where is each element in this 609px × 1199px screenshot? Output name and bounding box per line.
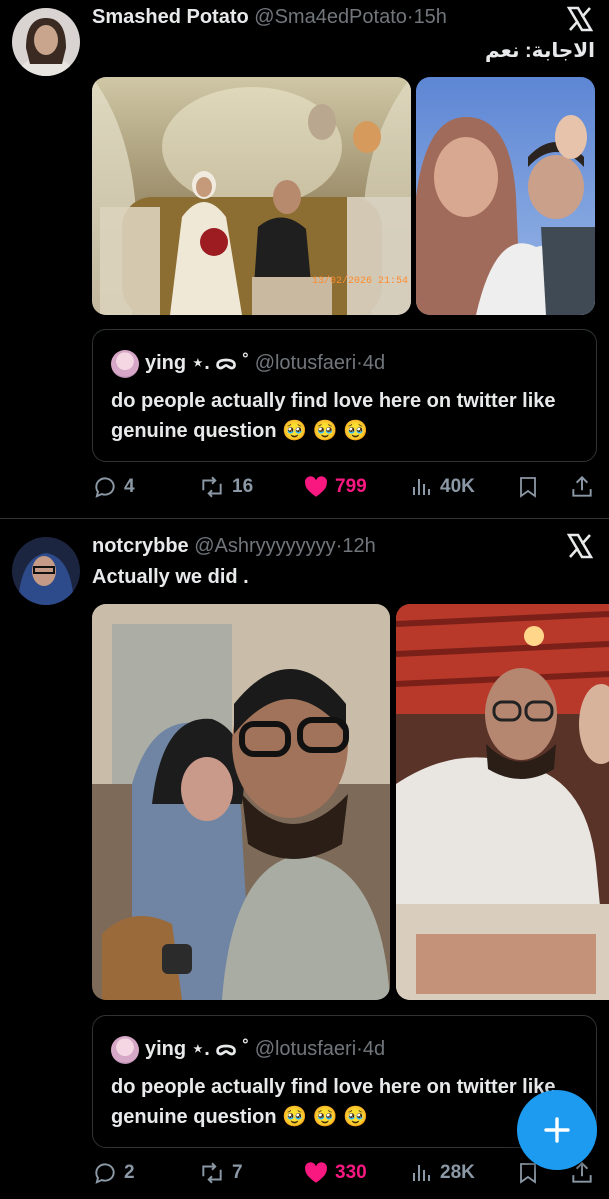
tweet-1[interactable]: Smashed Potato @Sma4edPotato·15h الاجابة…: [0, 0, 609, 516]
compose-button[interactable]: [517, 1090, 597, 1170]
reply-button[interactable]: 4: [92, 472, 135, 502]
timestamp[interactable]: 12h: [342, 535, 375, 557]
repost-icon: [202, 476, 222, 498]
reply-count: 4: [124, 476, 135, 497]
repost-count: 16: [232, 476, 254, 497]
tweet-header: Smashed Potato @Sma4edPotato·15h: [92, 6, 447, 28]
tweet-image-2[interactable]: [396, 604, 609, 1000]
repost-button[interactable]: 16: [198, 472, 253, 502]
tweet-2[interactable]: notcrybbe @Ashryyyyyyyy·12h Actually we …: [0, 519, 609, 1199]
reply-button[interactable]: 2: [92, 1158, 135, 1188]
share-icon: [572, 475, 592, 497]
pleading-face-emoji: 🥹 🥹 🥹: [282, 420, 368, 442]
quoted-display-name: ying ⋆. ᯅ ˚: [145, 1038, 250, 1060]
quoted-handle: @lotusfaeri: [254, 352, 357, 374]
photo-date-stamp: 13/02/2026 21:54: [312, 275, 408, 287]
quoted-display-name: ying ⋆. ᯅ ˚: [145, 352, 250, 374]
quoted-tweet[interactable]: ying ⋆. ᯅ ˚ @lotusfaeri·4d do people act…: [92, 329, 597, 462]
timestamp[interactable]: 15h: [414, 6, 447, 28]
tweet-image-1[interactable]: 13/02/2026 21:54: [92, 77, 411, 315]
view-count: 28K: [440, 1162, 475, 1183]
quoted-text: do people actually find love here on twi…: [111, 390, 556, 442]
like-button[interactable]: 799: [303, 472, 367, 502]
quoted-avatar: [111, 1035, 139, 1064]
tweet-image-1[interactable]: [92, 604, 390, 1000]
tweet-actions: 4 16 799 40K: [0, 472, 609, 502]
tweet-header: notcrybbe @Ashryyyyyyyy·12h: [92, 535, 376, 557]
repost-button[interactable]: 7: [198, 1158, 243, 1188]
repost-icon: [202, 1162, 222, 1184]
quoted-tweet-header: ying ⋆. ᯅ ˚ @lotusfaeri·4d: [111, 348, 385, 378]
display-name[interactable]: notcrybbe: [92, 535, 189, 557]
avatar[interactable]: [12, 8, 80, 76]
user-handle[interactable]: @Ashryyyyyyyy: [194, 535, 335, 557]
tweet-actions: 2 7 330 28K: [0, 1158, 609, 1188]
share-button[interactable]: [569, 472, 601, 502]
x-logo-icon: [566, 533, 594, 559]
heart-filled-icon: [305, 1162, 328, 1183]
reply-icon: [95, 1163, 115, 1184]
pleading-face-emoji: 🥹 🥹 🥹: [282, 1106, 368, 1128]
user-handle[interactable]: @Sma4edPotato: [254, 6, 407, 28]
repost-count: 7: [232, 1162, 243, 1183]
views-icon: [413, 479, 430, 495]
quoted-tweet-header: ying ⋆. ᯅ ˚ @lotusfaeri·4d: [111, 1034, 385, 1064]
plus-icon: [544, 1117, 570, 1143]
views-button[interactable]: 40K: [410, 472, 475, 502]
view-count: 40K: [440, 476, 475, 497]
quoted-timestamp: 4d: [362, 352, 386, 374]
tweet-text: Actually we did .: [92, 566, 249, 588]
heart-filled-icon: [305, 476, 328, 497]
like-count: 799: [335, 476, 367, 497]
like-button[interactable]: 330: [303, 1158, 367, 1188]
quoted-avatar: [111, 349, 139, 378]
quoted-handle: @lotusfaeri: [254, 1038, 357, 1060]
reply-count: 2: [124, 1162, 135, 1183]
avatar[interactable]: [12, 537, 80, 605]
display-name[interactable]: Smashed Potato: [92, 6, 249, 28]
like-count: 330: [335, 1162, 367, 1183]
tweet-image-2[interactable]: [416, 77, 595, 315]
reply-icon: [95, 477, 115, 498]
quoted-text: do people actually find love here on twi…: [111, 1076, 556, 1128]
views-icon: [413, 1165, 430, 1181]
tweet-text: الاجابة: نعم: [484, 40, 595, 62]
x-logo-icon: [566, 6, 594, 32]
quoted-timestamp: 4d: [362, 1038, 386, 1060]
bookmark-button[interactable]: [516, 472, 546, 502]
views-button[interactable]: 28K: [410, 1158, 475, 1188]
bookmark-icon: [520, 477, 536, 498]
